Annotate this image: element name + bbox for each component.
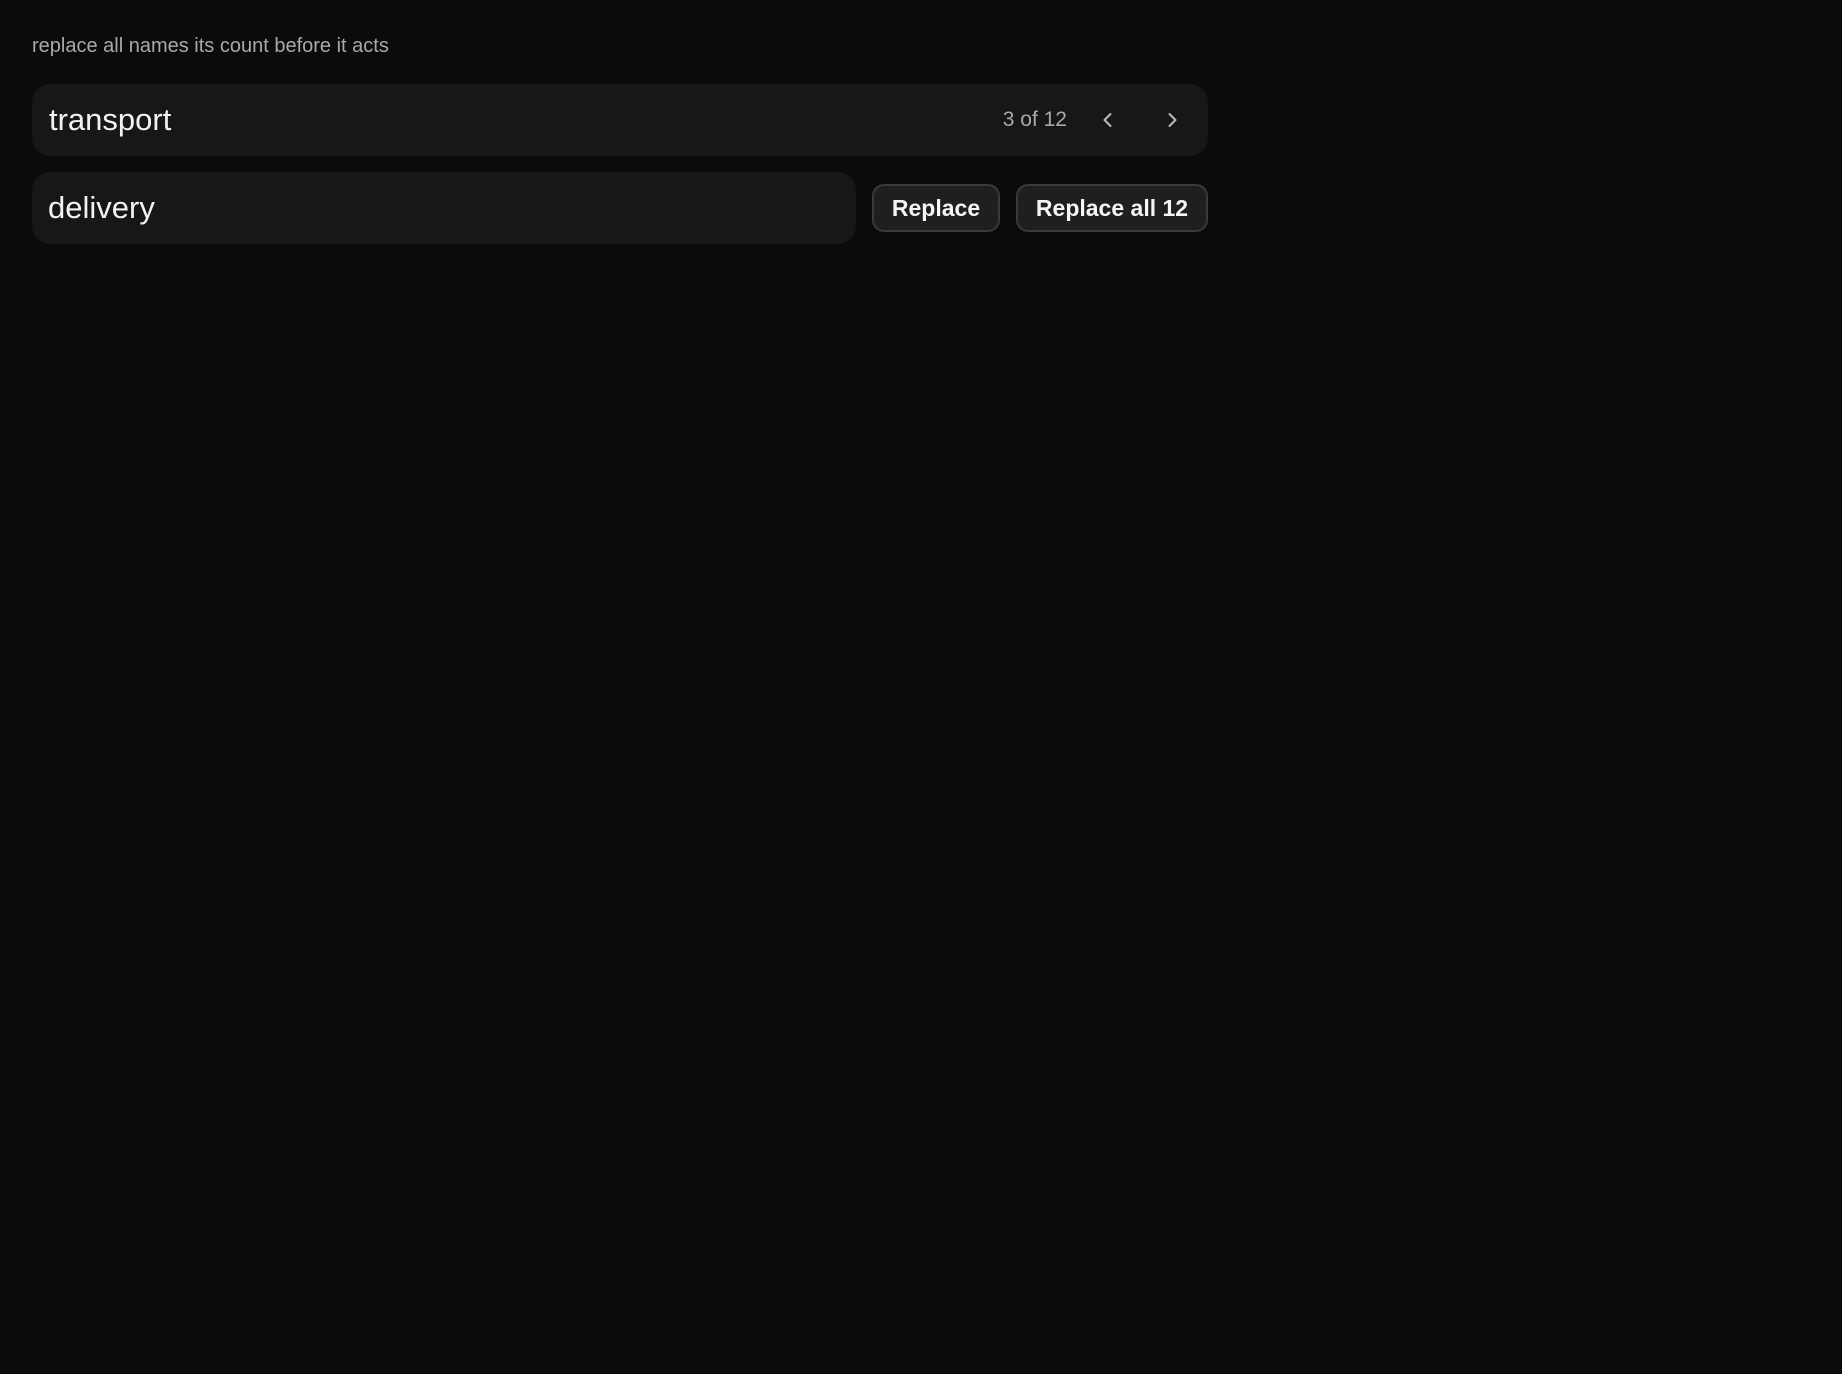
replace-field xyxy=(32,172,856,244)
find-bar: 3 of 12 xyxy=(32,84,1208,156)
next-match-button[interactable] xyxy=(1149,97,1195,143)
find-input[interactable] xyxy=(32,84,1003,156)
caption-text: replace all names its count before it ac… xyxy=(32,35,389,57)
chevron-left-icon xyxy=(1103,113,1112,127)
chevron-right-icon xyxy=(1168,113,1177,127)
match-counter: 3 of 12 xyxy=(1002,108,1067,131)
replace-input[interactable] xyxy=(32,172,856,244)
previous-match-button[interactable] xyxy=(1085,97,1131,143)
replace-button[interactable]: Replace xyxy=(872,184,1000,232)
replace-bar: Replace Replace all 12 xyxy=(32,172,1208,244)
find-replace-page: replace all names its count before it ac… xyxy=(0,0,1842,1374)
replace-all-button[interactable]: Replace all 12 xyxy=(1016,184,1208,232)
